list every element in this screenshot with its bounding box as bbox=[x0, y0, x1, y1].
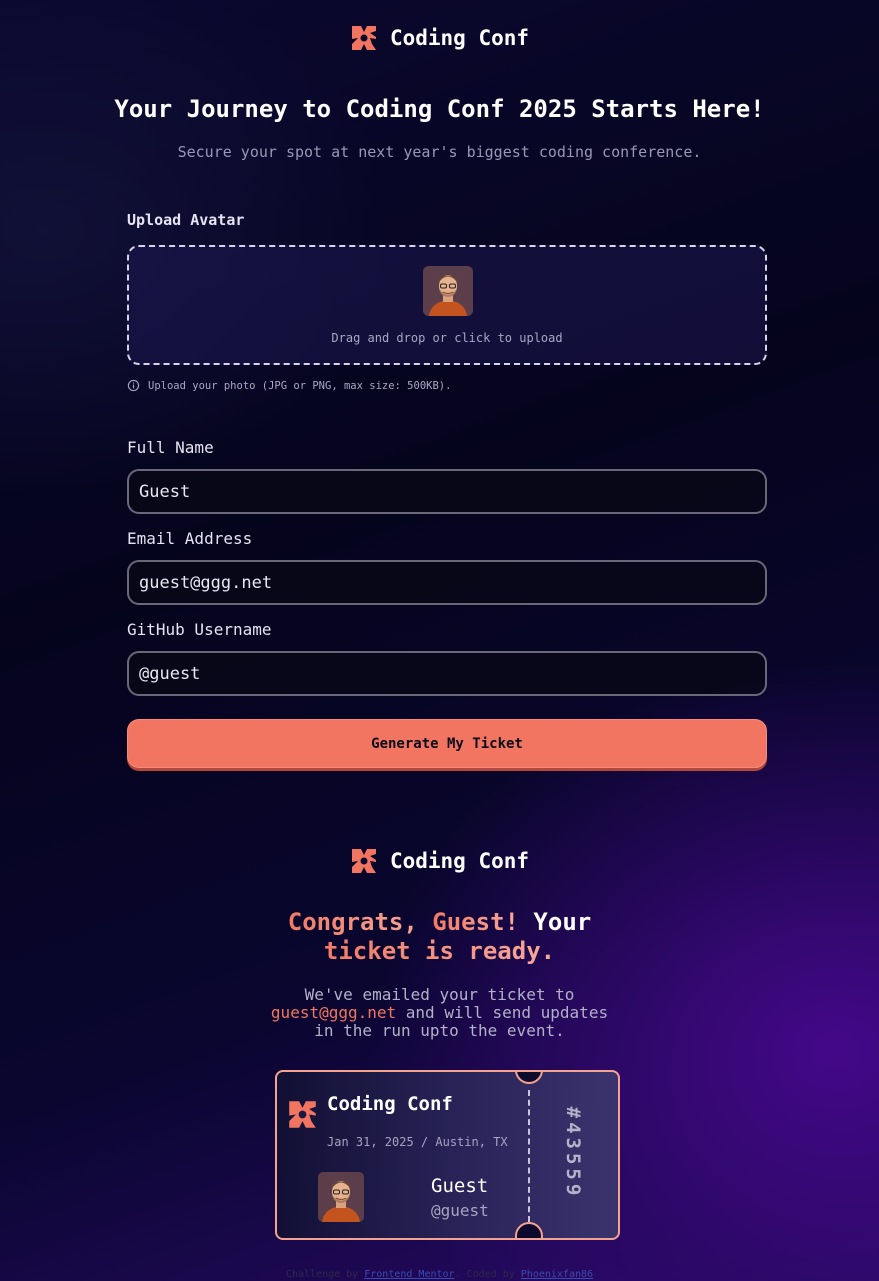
logo-mark-icon bbox=[351, 26, 376, 50]
logo-text: Coding Conf bbox=[389, 26, 530, 50]
email-input[interactable]: guest@ggg.net bbox=[127, 560, 767, 605]
ticket-event-name: Coding Conf bbox=[327, 1093, 453, 1115]
github-label: GitHub Username bbox=[127, 620, 272, 639]
ticket-card: Coding Conf Jan 31, 2025 / Austin, TX Gu… bbox=[275, 1070, 620, 1240]
emailed-message: We've emailed your ticket to guest@ggg.n… bbox=[0, 986, 879, 1040]
author-link[interactable]: Phoenixfan86 bbox=[521, 1269, 593, 1280]
congrats-prefix: Congrats, bbox=[287, 908, 433, 936]
email-label: Email Address bbox=[127, 529, 253, 548]
congrats-line2: ticket is ready. bbox=[323, 937, 556, 965]
avatar-preview[interactable] bbox=[423, 266, 473, 316]
header-logo: Coding Conf bbox=[0, 23, 879, 53]
generate-ticket-button[interactable]: Generate My Ticket bbox=[127, 719, 767, 768]
upload-avatar-label: Upload Avatar bbox=[127, 211, 245, 229]
avatar-dropzone[interactable]: Drag and drop or click to upload bbox=[127, 245, 767, 365]
ticket-avatar bbox=[318, 1172, 364, 1222]
logo-text: Coding Conf bbox=[389, 849, 530, 873]
footer-prefix: Challenge by bbox=[285, 1269, 365, 1280]
ticket-notch-bottom bbox=[515, 1222, 543, 1238]
full-name-input[interactable]: Guest bbox=[127, 469, 767, 514]
logo-mark-icon bbox=[351, 849, 376, 873]
emailed-line3: in the run upto the event. bbox=[314, 1021, 565, 1040]
upload-hint-text: Upload your photo (JPG or PNG, max size:… bbox=[148, 379, 452, 392]
congrats-mid: Your bbox=[518, 908, 592, 936]
ticket-user-name: Guest bbox=[431, 1175, 489, 1197]
github-input[interactable]: @guest bbox=[127, 651, 767, 696]
dropzone-text: Drag and drop or click to upload bbox=[331, 331, 563, 345]
footer-mid: . Coded by bbox=[454, 1269, 521, 1280]
emailed-rest: and will send updates bbox=[396, 1003, 609, 1022]
full-name-label: Full Name bbox=[127, 438, 214, 457]
ticket-perforation bbox=[528, 1090, 530, 1222]
email-value: guest@ggg.net bbox=[139, 572, 273, 593]
attribution-footer: Challenge by Frontend Mentor. Coded by P… bbox=[0, 1269, 879, 1280]
full-name-value: Guest bbox=[139, 481, 191, 502]
logo-mark-icon bbox=[289, 1101, 316, 1128]
congrats-heading: Congrats, Guest! Your ticket is ready. bbox=[0, 908, 879, 966]
ticket-number: #43559 bbox=[562, 1106, 584, 1200]
page-title: Your Journey to Coding Conf 2025 Starts … bbox=[114, 95, 765, 123]
ticket-page-logo: Coding Conf bbox=[0, 846, 879, 876]
emailed-line1: We've emailed your ticket to bbox=[304, 985, 575, 1004]
info-icon bbox=[127, 379, 140, 392]
page-subtitle: Secure your spot at next year's biggest … bbox=[177, 143, 702, 161]
ticket-user-handle: @guest bbox=[431, 1201, 489, 1220]
ticket-date-location: Jan 31, 2025 / Austin, TX bbox=[327, 1135, 508, 1149]
upload-hint: Upload your photo (JPG or PNG, max size:… bbox=[127, 379, 451, 392]
frontend-mentor-link[interactable]: Frontend Mentor bbox=[364, 1269, 454, 1280]
github-value: @guest bbox=[139, 663, 201, 684]
ticket-notch-top bbox=[515, 1072, 543, 1084]
emailed-address: guest@ggg.net bbox=[270, 1003, 397, 1022]
congrats-name: Guest! bbox=[432, 908, 519, 936]
